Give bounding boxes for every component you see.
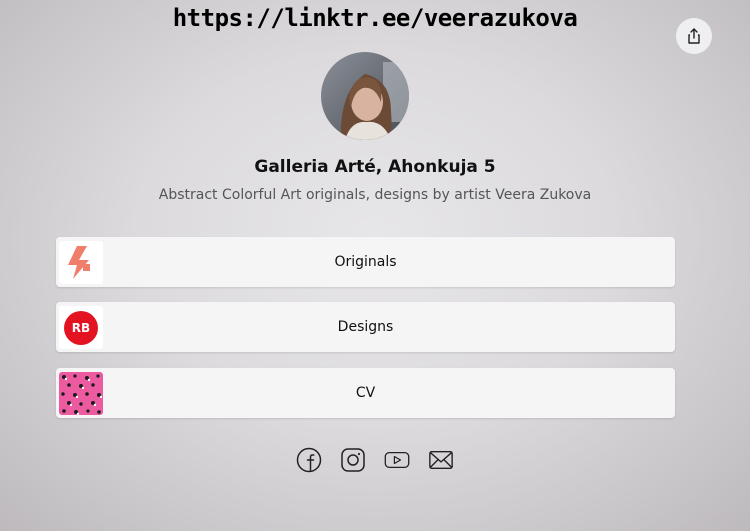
url-overlay: https://linktr.ee/veerazukova [172, 4, 578, 32]
link-label: Originals [334, 254, 397, 270]
youtube-icon[interactable] [384, 447, 410, 473]
link-label: Designs [337, 319, 394, 335]
redbubble-logo-text: RB [71, 320, 91, 335]
instagram-icon[interactable] [340, 447, 366, 473]
link-label: CV [355, 385, 376, 401]
originals-logo-icon [59, 241, 103, 284]
email-icon[interactable] [428, 447, 454, 473]
link-originals[interactable]: Originals [56, 237, 675, 287]
link-cv[interactable]: CV [56, 368, 675, 418]
redbubble-logo-icon: RB [59, 306, 103, 349]
link-designs[interactable]: RB Designs [56, 302, 675, 352]
share-button[interactable] [676, 18, 712, 54]
avatar [321, 52, 409, 140]
facebook-icon[interactable] [296, 447, 322, 473]
profile-name: Galleria Arté, Ahonkuja 5 [254, 157, 496, 177]
profile-bio: Abstract Colorful Art originals, designs… [158, 187, 592, 203]
share-icon [688, 28, 700, 44]
pink-pattern-thumbnail [59, 372, 103, 415]
social-links [0, 447, 750, 473]
